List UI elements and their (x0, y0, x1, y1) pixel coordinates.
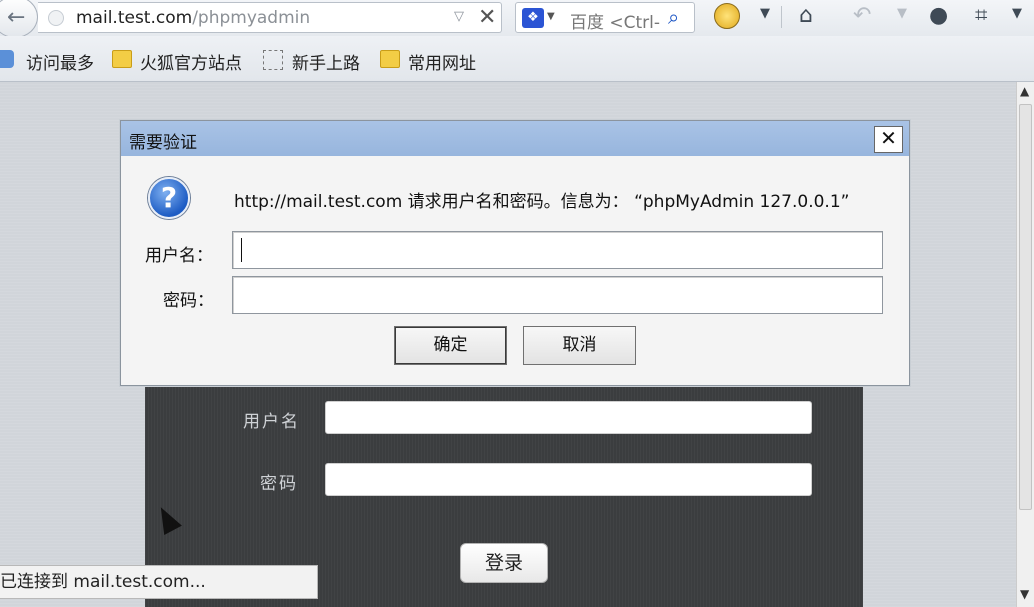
search-bar[interactable]: ❖ ▼ 百度 <Ctrl- ⌕ (515, 2, 695, 33)
folder-icon (112, 50, 132, 68)
login-password-input[interactable] (325, 463, 812, 496)
username-label: 用户名： (145, 246, 213, 266)
dialog-title: 需要验证 (129, 133, 197, 153)
url-path: /phpmyadmin (192, 8, 311, 28)
url-host: mail.test.com (76, 8, 193, 28)
search-shortcut-hint: <Ctrl- (609, 13, 661, 33)
page-icon (263, 50, 283, 70)
toolbar-separator (781, 6, 782, 28)
scroll-up-icon[interactable]: ▲ (1020, 84, 1029, 98)
password-input[interactable] (232, 276, 883, 314)
scrollbar-thumb[interactable] (1019, 104, 1032, 510)
scroll-down-icon[interactable]: ▼ (1020, 587, 1029, 601)
status-bar: 已连接到 mail.test.com... (0, 565, 318, 599)
bookmark-common-sites[interactable]: 常用网址 (408, 49, 476, 74)
search-placeholder: 百度 <Ctrl- (570, 8, 660, 33)
url-history-dropdown-icon[interactable]: ▽ (454, 9, 464, 24)
vertical-scrollbar[interactable]: ▲ ▼ (1016, 82, 1034, 607)
login-username-label: 用户名 (243, 412, 300, 432)
globe-icon (48, 10, 64, 26)
auth-dialog: 需要验证 ✕ ? http://mail.test.com 请求用户名和密码。信… (120, 120, 910, 386)
dialog-message: http://mail.test.com 请求用户名和密码。信息为： “phpM… (234, 192, 850, 212)
addon-dropdown-icon[interactable]: ▼ (760, 6, 770, 21)
engine-dropdown-icon[interactable]: ▼ (547, 11, 555, 22)
login-password-label: 密码 (260, 474, 298, 494)
close-icon[interactable]: ✕ (874, 126, 903, 153)
undo-dropdown-icon[interactable]: ▼ (897, 6, 907, 21)
search-icon[interactable]: ⌕ (668, 5, 679, 29)
question-icon: ? (148, 177, 190, 219)
crop-dropdown-icon[interactable]: ▼ (1012, 6, 1022, 21)
url-text: mail.test.com/phpmyadmin (76, 8, 310, 28)
undo-icon[interactable]: ↶ (853, 3, 871, 28)
bookmarks-bar: 访问最多 火狐官方站点 新手上路 常用网址 (0, 36, 1034, 82)
bookmark-most-visited[interactable]: 访问最多 (26, 49, 94, 74)
cancel-button[interactable]: 取消 (523, 326, 636, 365)
stop-icon[interactable]: ✕ (478, 5, 496, 30)
chat-bubble-icon[interactable]: ● (929, 3, 948, 28)
back-arrow-icon: ← (7, 5, 26, 30)
username-input[interactable] (232, 231, 883, 269)
addon-smiley-icon[interactable] (714, 3, 740, 29)
url-bar[interactable]: mail.test.com/phpmyadmin ▽ ✕ (38, 2, 502, 33)
login-username-input[interactable] (325, 401, 812, 434)
browser-toolbar: ← mail.test.com/phpmyadmin ▽ ✕ ❖ ▼ 百度 <C… (0, 0, 1034, 38)
bookmark-firefox-sites[interactable]: 火狐官方站点 (140, 49, 242, 74)
back-button[interactable]: ← (0, 0, 38, 38)
most-visited-icon (0, 50, 14, 68)
text-caret (241, 238, 242, 262)
dialog-title-bar[interactable]: 需要验证 ✕ (121, 121, 909, 156)
folder-icon (380, 50, 400, 68)
baidu-paw-icon[interactable]: ❖ (522, 8, 544, 28)
crop-icon[interactable]: ⌗ (975, 3, 987, 28)
password-label: 密码： (163, 291, 214, 311)
bookmark-getting-started[interactable]: 新手上路 (292, 49, 360, 74)
search-engine-name: 百度 (570, 13, 604, 33)
ok-button[interactable]: 确定 (394, 326, 507, 365)
home-icon[interactable]: ⌂ (799, 3, 813, 28)
login-submit-button[interactable]: 登录 (460, 543, 548, 583)
